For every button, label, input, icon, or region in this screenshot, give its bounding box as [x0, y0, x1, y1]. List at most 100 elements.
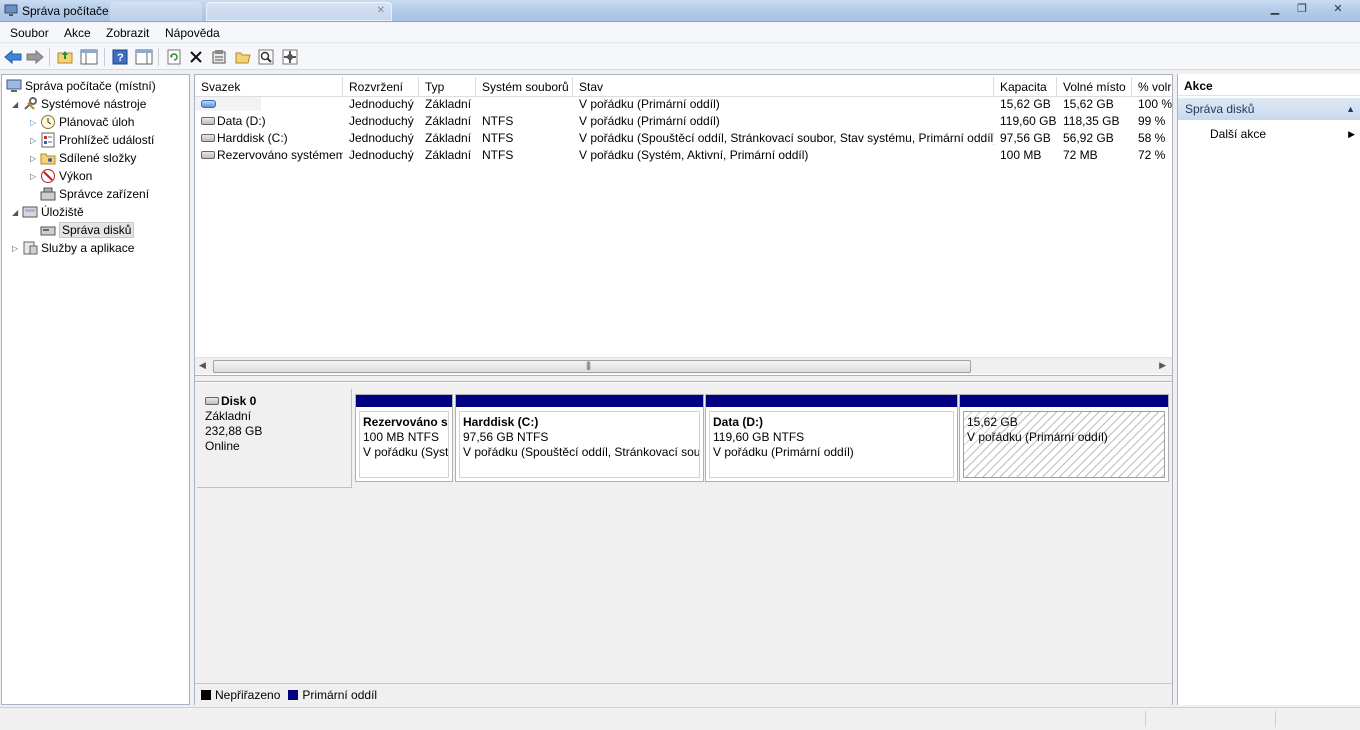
tree-item-device-manager[interactable]: Správce zařízení — [40, 185, 149, 203]
show-hide-action-pane-icon — [135, 49, 153, 65]
scroll-left-icon[interactable]: ◀ — [199, 360, 206, 371]
partition-system-reserved[interactable]: Rezervováno sy 100 MB NTFS V pořádku (Sy… — [355, 394, 453, 482]
tree-item-label: Prohlížeč událostí — [59, 133, 155, 147]
expanded-arrow-icon[interactable]: ◢ — [12, 208, 22, 217]
forward-icon — [26, 50, 44, 64]
menu-zobrazit[interactable]: Zobrazit — [106, 26, 149, 40]
services-icon — [22, 240, 38, 256]
tree-item-storage[interactable]: ◢ Úložiště — [12, 203, 84, 221]
horizontal-scrollbar[interactable]: ◀ ||| ▶ — [195, 357, 1172, 374]
capacity-cell: 100 MB — [1000, 148, 1042, 162]
volume-name-cell: Rezervováno systémem — [195, 148, 343, 162]
device-manager-icon — [40, 186, 56, 202]
scroll-right-icon[interactable]: ▶ — [1159, 360, 1166, 371]
status-bar — [0, 707, 1360, 730]
column-header-capacity[interactable]: Kapacita — [994, 77, 1057, 97]
disk-info[interactable]: Disk 0 Základní 232,88 GB Online — [197, 389, 352, 488]
forward-button[interactable] — [26, 48, 44, 66]
partition-body: Data (D:) 119,60 GB NTFS V pořádku (Prim… — [709, 411, 954, 478]
collapsed-arrow-icon[interactable]: ▷ — [30, 154, 40, 163]
pane-splitter[interactable] — [195, 375, 1172, 382]
volume-row[interactable]: Data (D:) Jednoduchý Základní NTFS V poř… — [195, 113, 1172, 130]
volume-row[interactable]: Rezervováno systémem Jednoduchý Základní… — [195, 147, 1172, 164]
show-hide-action-pane-button[interactable] — [135, 48, 153, 66]
settings-button[interactable] — [281, 48, 299, 66]
up-button[interactable] — [56, 48, 74, 66]
legend-swatch-primary — [288, 689, 299, 700]
settings-icon — [282, 49, 298, 65]
delete-icon — [190, 51, 202, 63]
column-header-type[interactable]: Typ — [419, 77, 476, 97]
tree-item-event-viewer[interactable]: ▷ Prohlížeč událostí — [30, 131, 154, 149]
collapsed-arrow-icon[interactable]: ▷ — [30, 118, 40, 127]
shared-folder-icon — [40, 150, 56, 166]
percent-free-cell: 72 % — [1138, 148, 1166, 162]
collapse-arrow-icon[interactable]: ▲ — [1346, 98, 1355, 120]
collapsed-arrow-icon[interactable]: ▷ — [30, 136, 40, 145]
submenu-arrow-icon: ▶ — [1348, 129, 1355, 139]
more-actions-item[interactable]: Další akce ▶ — [1178, 124, 1360, 144]
tree-item-services-applications[interactable]: ▷ Služby a aplikace — [12, 239, 134, 257]
back-button[interactable] — [4, 48, 22, 66]
partition-data-d[interactable]: Data (D:) 119,60 GB NTFS V pořádku (Prim… — [705, 394, 958, 482]
collapsed-arrow-icon[interactable]: ▷ — [30, 172, 40, 181]
restore-button[interactable]: ❐ — [1289, 1, 1315, 18]
back-icon — [4, 50, 22, 64]
volume-row[interactable]: Jednoduchý Základní V pořádku (Primární … — [195, 96, 1172, 113]
volume-name-cell — [195, 97, 261, 111]
minimize-button[interactable]: ▁ — [1262, 1, 1288, 18]
expanded-arrow-icon[interactable]: ◢ — [12, 100, 22, 109]
open-icon — [235, 52, 251, 64]
up-folder-icon — [57, 51, 73, 64]
tree-item-disk-management[interactable]: Správa disků — [40, 221, 135, 239]
partition-status: V pořádku (Primární oddíl) — [713, 445, 854, 459]
disk-status: Online — [205, 439, 240, 453]
column-header-free-space[interactable]: Volné místo — [1057, 77, 1132, 97]
column-header-filesystem[interactable]: Systém souborů — [476, 77, 573, 97]
tree-item-system-tools[interactable]: ◢ Systémové nástroje — [12, 95, 146, 113]
disk-type: Základní — [205, 409, 252, 423]
partition-legend: Nepřiřazeno Primární oddíl — [195, 683, 1172, 705]
type-cell: Základní — [425, 114, 472, 128]
open-button[interactable] — [234, 48, 252, 66]
tree-item-task-scheduler[interactable]: ▷ Plánovač úloh — [30, 113, 134, 131]
tree-item-shared-folders[interactable]: ▷ Sdílené složky — [30, 149, 136, 167]
tree-item-computer-management[interactable]: Správa počítače (místní) — [6, 77, 156, 95]
filesystem-cell: NTFS — [482, 114, 514, 128]
search-button[interactable] — [257, 48, 275, 66]
refresh-button[interactable] — [165, 48, 183, 66]
show-hide-tree-button[interactable] — [80, 48, 98, 66]
scrollbar-thumb[interactable]: ||| — [213, 360, 971, 373]
partition-name: Data (D:) — [713, 415, 763, 429]
column-header-volume[interactable]: Svazek — [195, 77, 343, 97]
partition-size: 15,62 GB — [967, 415, 1018, 429]
tree-item-label: Sdílené složky — [59, 151, 137, 165]
window-title: Správa počítače — [22, 4, 109, 18]
column-header-percent-free[interactable]: % volr — [1132, 77, 1172, 97]
close-button[interactable]: ✕ — [1318, 1, 1358, 18]
column-header-status[interactable]: Stav — [573, 77, 994, 97]
actions-section-label: Správa disků — [1185, 102, 1255, 116]
volume-row[interactable]: Harddisk (C:) Jednoduchý Základní NTFS V… — [195, 130, 1172, 147]
menu-soubor[interactable]: Soubor — [10, 26, 49, 40]
actions-section-disk-management[interactable]: Správa disků ▲ — [1178, 98, 1360, 120]
collapsed-arrow-icon[interactable]: ▷ — [12, 244, 22, 253]
title-bar: Správa počítače ✕ ▁ ❐ ✕ — [0, 0, 1360, 22]
disk-name: Disk 0 — [221, 394, 257, 408]
menu-akce[interactable]: Akce — [64, 26, 91, 40]
help-button[interactable]: ? — [111, 48, 129, 66]
capacity-cell: 15,62 GB — [1000, 97, 1051, 111]
delete-button[interactable] — [187, 48, 205, 66]
volume-icon — [201, 99, 216, 108]
type-cell: Základní — [425, 97, 472, 111]
partition-size: 97,56 GB NTFS — [463, 430, 549, 444]
status-cell: V pořádku (Primární oddíl) — [579, 114, 720, 128]
properties-button[interactable] — [210, 48, 228, 66]
refresh-icon — [167, 49, 181, 65]
column-header-layout[interactable]: Rozvržení — [343, 77, 419, 97]
tree-item-performance[interactable]: ▷ Výkon — [30, 167, 92, 185]
partition-unlabeled[interactable]: 15,62 GB V pořádku (Primární oddíl) — [959, 394, 1169, 482]
partition-type-bar — [356, 395, 452, 407]
menu-napoveda[interactable]: Nápověda — [165, 26, 220, 40]
partition-harddisk-c[interactable]: Harddisk (C:) 97,56 GB NTFS V pořádku (S… — [455, 394, 704, 482]
